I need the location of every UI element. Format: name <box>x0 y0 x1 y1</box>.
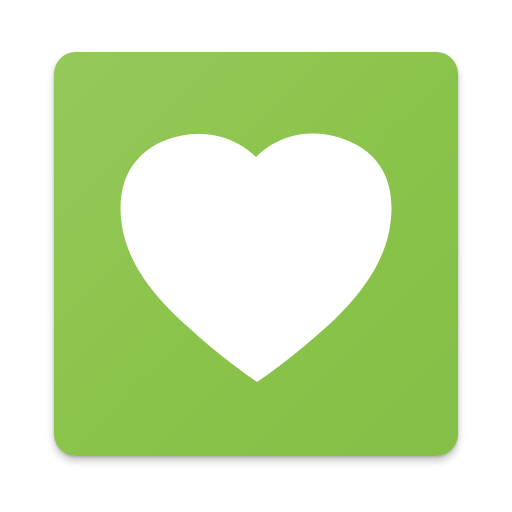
app-icon-tile[interactable] <box>54 52 458 456</box>
heart-shape <box>120 133 392 382</box>
heart-icon <box>120 133 392 382</box>
app-icon-canvas <box>0 0 512 512</box>
